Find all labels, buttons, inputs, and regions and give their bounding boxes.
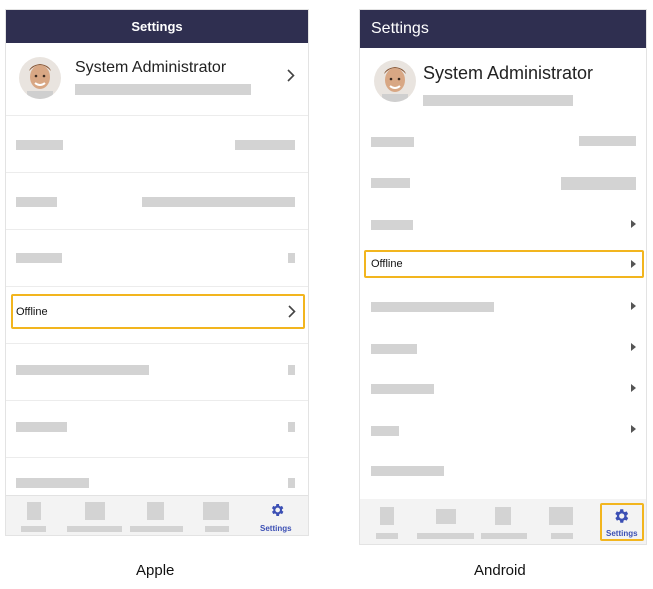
chevron-right-icon (288, 305, 296, 318)
caret-right-icon (631, 220, 636, 228)
tab-label-placeholder (67, 526, 122, 532)
apple-settings-row[interactable] (6, 230, 308, 287)
row-label-placeholder (371, 344, 417, 354)
row-label-placeholder (16, 140, 63, 150)
apple-offline-row[interactable]: Offline (6, 287, 308, 344)
row-label-placeholder (16, 422, 67, 432)
avatar (19, 57, 61, 99)
apple-profile-row[interactable]: System Administrator (6, 43, 308, 116)
row-label-placeholder (16, 478, 89, 488)
row-label-placeholder (371, 384, 434, 394)
row-chevron-placeholder (288, 422, 295, 432)
gear-icon[interactable] (612, 507, 630, 525)
android-settings-row[interactable] (360, 210, 646, 250)
android-tab-settings-label[interactable]: Settings (606, 529, 638, 538)
apple-settings-row[interactable] (6, 344, 308, 401)
android-offline-row[interactable]: Offline (360, 250, 646, 290)
tab-icon-placeholder[interactable] (436, 509, 456, 524)
tab-icon-placeholder[interactable] (380, 507, 394, 525)
row-chevron-placeholder (288, 253, 295, 263)
apple-header-title: Settings (131, 19, 183, 34)
tab-label-placeholder (21, 526, 46, 532)
tab-icon-placeholder[interactable] (27, 502, 41, 520)
tab-label-placeholder (130, 526, 183, 532)
android-profile-subtitle-placeholder (423, 95, 573, 106)
android-profile-name: System Administrator (423, 63, 594, 83)
row-chevron-placeholder (288, 365, 295, 375)
apple-header: Settings (6, 10, 308, 43)
android-settings-row[interactable] (360, 168, 646, 208)
chevron-right-icon (287, 69, 295, 82)
android-header-title: Settings (371, 20, 429, 37)
apple-profile-subtitle-placeholder (75, 84, 251, 95)
caret-right-icon (631, 302, 636, 310)
row-label-placeholder (16, 197, 57, 207)
android-settings-screen: Settings System Administrator Offline Se… (359, 9, 647, 545)
tab-icon-placeholder[interactable] (549, 507, 573, 525)
android-header: Settings (360, 10, 646, 48)
row-value-placeholder (561, 177, 636, 190)
row-label-placeholder (371, 466, 444, 476)
row-value-placeholder (142, 197, 295, 207)
tab-label-placeholder (417, 533, 474, 539)
row-label-placeholder (371, 178, 410, 188)
apple-tab-settings-label[interactable]: Settings (260, 524, 292, 533)
apple-tab-bar: Settings (6, 495, 308, 535)
android-tab-bar: Settings (360, 499, 646, 544)
row-value-placeholder (235, 140, 295, 150)
tab-label-placeholder (376, 533, 398, 539)
apple-settings-row[interactable] (6, 116, 308, 173)
android-settings-row[interactable] (360, 292, 646, 332)
android-settings-row[interactable] (360, 456, 646, 496)
android-settings-row[interactable] (360, 374, 646, 414)
android-settings-row[interactable] (360, 415, 646, 455)
caret-right-icon (631, 343, 636, 351)
apple-offline-label: Offline (16, 306, 48, 318)
tab-icon-placeholder[interactable] (495, 507, 511, 525)
row-label-placeholder (16, 253, 62, 263)
avatar (374, 60, 416, 102)
row-label-placeholder (371, 220, 413, 230)
row-value-placeholder (579, 136, 636, 146)
caret-right-icon (631, 425, 636, 433)
android-caption: Android (474, 562, 526, 579)
offline-highlight (364, 250, 644, 278)
row-label-placeholder (371, 137, 414, 147)
tab-label-placeholder (205, 526, 229, 532)
caret-right-icon (631, 384, 636, 392)
caret-right-icon (631, 260, 636, 268)
android-settings-row[interactable] (360, 127, 646, 167)
row-label-placeholder (371, 302, 494, 312)
row-chevron-placeholder (288, 478, 295, 488)
tab-icon-placeholder[interactable] (85, 502, 105, 520)
tab-label-placeholder (481, 533, 527, 539)
row-label-placeholder (371, 426, 399, 436)
tab-icon-placeholder[interactable] (147, 502, 164, 520)
offline-highlight (11, 294, 305, 329)
apple-settings-row[interactable] (6, 173, 308, 230)
tab-icon-placeholder[interactable] (203, 502, 229, 520)
apple-profile-name: System Administrator (75, 59, 227, 76)
android-settings-row[interactable] (360, 333, 646, 373)
row-label-placeholder (16, 365, 149, 375)
tab-label-placeholder (551, 533, 573, 539)
apple-settings-row[interactable] (6, 458, 308, 496)
android-offline-label: Offline (371, 258, 403, 270)
gear-icon[interactable] (269, 502, 285, 518)
apple-settings-row[interactable] (6, 401, 308, 458)
apple-caption: Apple (136, 562, 175, 579)
android-profile-row[interactable]: System Administrator (360, 48, 646, 120)
apple-settings-screen: Settings System Administrator Offline Se… (5, 9, 309, 536)
